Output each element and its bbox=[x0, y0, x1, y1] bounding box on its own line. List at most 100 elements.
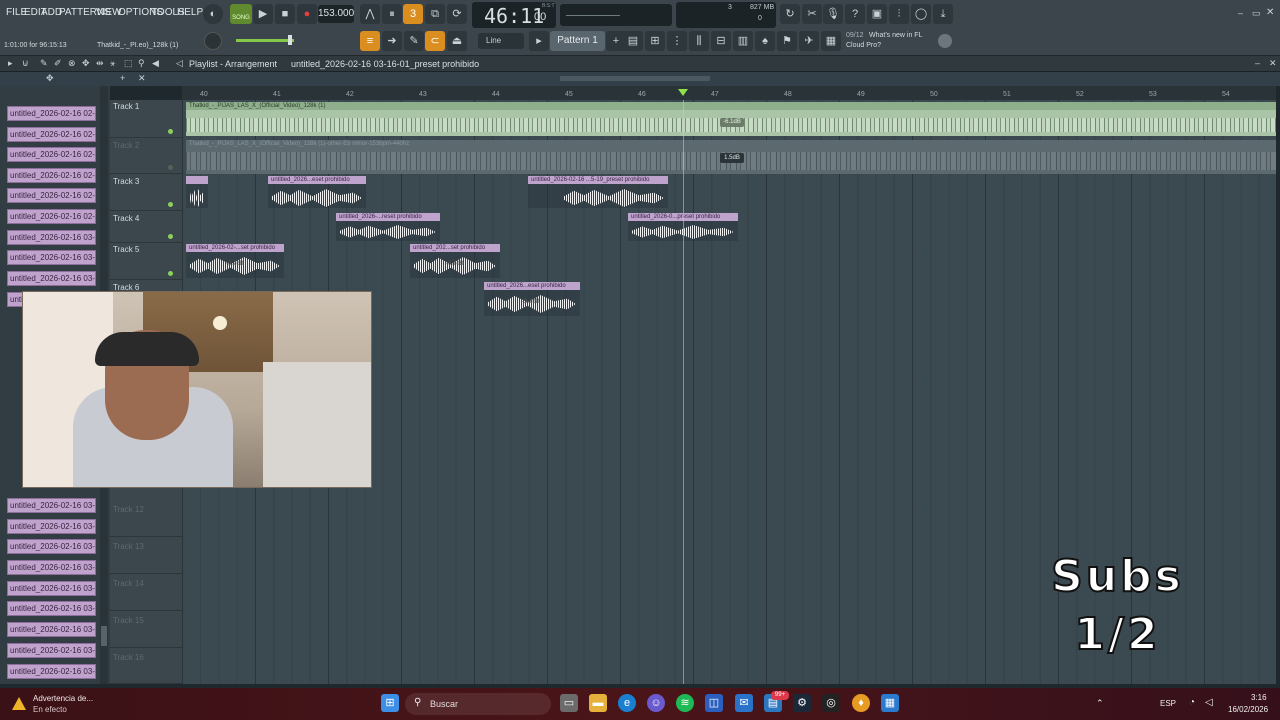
warning-title[interactable]: Advertencia de... bbox=[33, 694, 93, 703]
play-icon[interactable]: ▶ bbox=[253, 4, 273, 24]
paint-tool-icon[interactable]: ✐ bbox=[54, 58, 62, 69]
track-header[interactable]: Track 13 bbox=[110, 537, 182, 574]
browser-item[interactable]: untitled_2026-02-16 03- bbox=[7, 539, 96, 554]
playlist-minimize-icon[interactable]: ‒ bbox=[1255, 58, 1260, 68]
audio-clip[interactable]: untitled_2026-02-...set prohibido -3.2dB bbox=[186, 244, 284, 278]
edge-icon[interactable]: e bbox=[618, 694, 636, 712]
song-mode-button[interactable]: SONG bbox=[230, 4, 252, 24]
snap-select[interactable]: Line bbox=[478, 33, 524, 49]
audio-clip[interactable]: untitled_2026...eset prohibido -2.2dB bbox=[484, 282, 580, 316]
download-icon[interactable]: ⤓ bbox=[933, 4, 953, 24]
browser-item[interactable]: untitled_2026-02-16 03- bbox=[7, 519, 96, 534]
track-header[interactable]: Track 5 bbox=[110, 243, 182, 280]
track-header[interactable]: Track 1 bbox=[110, 100, 182, 138]
audio-clip[interactable] bbox=[186, 176, 208, 208]
mute-tool-icon[interactable]: ✥ bbox=[82, 58, 90, 69]
track-mute-led[interactable] bbox=[168, 129, 173, 134]
browser-item[interactable]: untitled_2026-02-16 02- bbox=[7, 209, 96, 224]
clock-time[interactable]: 3:16 bbox=[1251, 693, 1267, 702]
menu-help[interactable]: HELP bbox=[177, 7, 203, 18]
browser-item[interactable]: untitled_2026-02-16 02- bbox=[7, 147, 96, 162]
playlist-breadcrumb[interactable]: untitled_2026-02-16 03-16-01_preset proh… bbox=[291, 59, 479, 69]
file-explorer-icon[interactable]: ▬ bbox=[589, 694, 607, 712]
maximize-icon[interactable]: ▭ bbox=[1252, 8, 1261, 19]
playback-tool-icon[interactable]: ◀ bbox=[152, 58, 159, 69]
chat-icon[interactable]: ◯ bbox=[911, 4, 931, 24]
browser-item[interactable]: untitled_2026-02-16 03- bbox=[7, 271, 96, 286]
browser-item[interactable]: untitled_2026-02-16 03- bbox=[7, 581, 96, 596]
countdown-icon[interactable]: 3 bbox=[403, 4, 423, 24]
audio-clip-track1[interactable]: Thatkid_-_PIJAS_LAS_X_(Official_Video)_1… bbox=[186, 102, 1276, 136]
browser-item[interactable]: untitled_2026-02-16 03- bbox=[7, 498, 96, 513]
mail-icon[interactable]: ✉ bbox=[735, 694, 753, 712]
browser-item[interactable]: untitled_2026-02-16 03- bbox=[7, 560, 96, 575]
audio-clip-track2[interactable]: Thatkid_-_PIJAS_LAS_X_(Official_Video)_1… bbox=[186, 140, 1276, 174]
track-header[interactable]: Track 14 bbox=[110, 574, 182, 611]
audio-clip[interactable]: untitled_202...set prohibido -6.7dB bbox=[410, 244, 500, 278]
record-icon[interactable]: ● bbox=[297, 4, 317, 24]
github-icon[interactable]: ◎ bbox=[822, 694, 840, 712]
track-header[interactable]: Track 4 bbox=[110, 211, 182, 243]
browser-expand-icon[interactable]: ✥ bbox=[46, 73, 54, 84]
slip-tool-icon[interactable]: ⇹ bbox=[96, 58, 104, 69]
clock-date[interactable]: 16/02/2026 bbox=[1228, 705, 1268, 714]
save-icon[interactable]: ▣ bbox=[867, 4, 887, 24]
windows-start-icon[interactable]: ⊞ bbox=[381, 694, 399, 712]
track-mute-led[interactable] bbox=[168, 202, 173, 207]
track-header[interactable]: Track 2 bbox=[110, 138, 182, 174]
news-gear-icon[interactable] bbox=[938, 34, 952, 48]
piano-roll-icon[interactable]: ⊞ bbox=[645, 31, 665, 51]
audio-clip[interactable]: untitled_2026...eset prohibido bbox=[268, 176, 366, 208]
plugin-picker-icon[interactable]: ♠ bbox=[755, 31, 775, 51]
task-view-icon[interactable]: ▭ bbox=[560, 694, 578, 712]
slice-tool-icon[interactable]: ⚹ bbox=[110, 58, 115, 69]
master-volume-slider[interactable] bbox=[236, 39, 294, 42]
news-title[interactable]: What's new in FL bbox=[869, 32, 922, 39]
wait-input-icon[interactable]: ⏸ bbox=[382, 4, 402, 24]
playlist-close-icon[interactable]: ✕ bbox=[1269, 58, 1277, 69]
help-icon[interactable]: ? bbox=[845, 4, 865, 24]
warning-icon[interactable] bbox=[12, 697, 26, 710]
templates-icon[interactable]: ▦ bbox=[821, 31, 841, 51]
delete-tool-icon[interactable]: ⊗ bbox=[68, 58, 76, 69]
mixer-icon[interactable]: ⫶ bbox=[889, 4, 909, 24]
browser-icon[interactable]: ⊟ bbox=[711, 31, 731, 51]
playlist-icon[interactable]: ▤ bbox=[623, 31, 643, 51]
channel-rack-icon[interactable]: ⋮ bbox=[667, 31, 687, 51]
magnet-icon[interactable]: ⊂ bbox=[425, 31, 445, 51]
browser-item[interactable]: untitled_2026-02-16 03- bbox=[7, 622, 96, 637]
notepad-icon[interactable]: ▦ bbox=[881, 694, 899, 712]
stamp-icon[interactable]: ⏏ bbox=[447, 31, 467, 51]
select-tool-icon[interactable]: ⬚ bbox=[124, 58, 133, 69]
arrow-right-icon[interactable]: ➜ bbox=[382, 31, 402, 51]
audio-clip[interactable]: untitled_2026-02-16 ...5-19_preset prohi… bbox=[528, 176, 668, 208]
audio-clip[interactable]: untitled_2026-...reset prohibido bbox=[336, 213, 440, 241]
stop-icon[interactable]: ■ bbox=[275, 4, 295, 24]
magnet-snap-icon[interactable]: ⊍ bbox=[22, 58, 29, 69]
playhead-marker[interactable] bbox=[678, 89, 688, 96]
track-header[interactable]: Track 16 bbox=[110, 648, 182, 684]
track-mute-led[interactable] bbox=[168, 165, 173, 170]
track-header[interactable]: Track 12 bbox=[110, 500, 182, 537]
browser-item[interactable]: untitled_2026-02-16 03- bbox=[7, 664, 96, 679]
microphone-icon[interactable]: 🎙 bbox=[823, 4, 843, 24]
pattern-song-toggle-icon[interactable]: ◐ bbox=[203, 4, 223, 24]
add-track-icon[interactable]: + bbox=[120, 73, 125, 83]
pattern-prev-icon[interactable]: ▸ bbox=[529, 31, 549, 51]
timeline-ruler[interactable]: 40 41 42 43 44 45 46 47 48 49 50 51 52 5… bbox=[182, 86, 1276, 100]
fl-studio-icon[interactable]: ♦ bbox=[852, 694, 870, 712]
wifi-icon[interactable]: ◔ bbox=[1189, 697, 1195, 708]
browser-item[interactable]: untitled_2026-02-16 02- bbox=[7, 188, 96, 203]
browser-item[interactable]: untitled_2026-02-16 03- bbox=[7, 230, 96, 245]
spotify-icon[interactable]: ≋ bbox=[676, 694, 694, 712]
metronome-icon[interactable]: ⋀ bbox=[360, 4, 380, 24]
tempo-display[interactable]: 153.000 bbox=[318, 5, 354, 23]
taskbar-search[interactable]: ⚲ Buscar bbox=[405, 693, 551, 715]
track-mute-led[interactable] bbox=[168, 271, 173, 276]
cut-icon[interactable]: ✂ bbox=[802, 4, 822, 24]
remove-track-icon[interactable]: ✕ bbox=[138, 73, 146, 84]
browser-item[interactable]: untitled_2026-02-16 03- bbox=[7, 601, 96, 616]
playlist-view-icon[interactable]: ≡ bbox=[360, 31, 380, 51]
close-icon[interactable]: ✕ bbox=[1266, 7, 1274, 18]
tempo-tapper-icon[interactable]: ✈ bbox=[799, 31, 819, 51]
